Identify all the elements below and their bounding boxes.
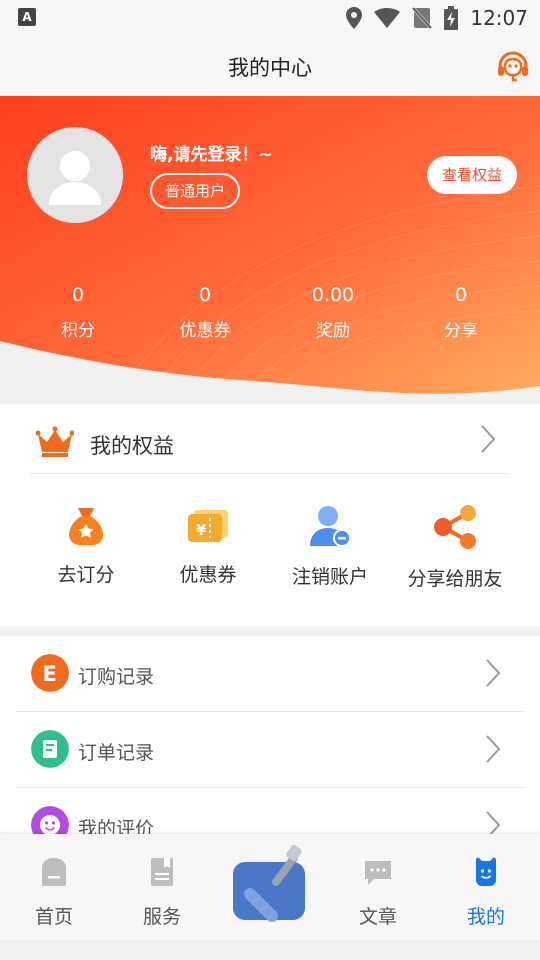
rights-item-share[interactable]: 分享给朋友 [385,504,525,591]
money-bag-icon [69,508,103,545]
stat-label: 优惠券 [179,321,231,341]
my-rights-card: 我的权益 去订分 ¥ 优惠券 注销账户 分享给朋友 [0,404,540,626]
stat-value: 0 [198,284,212,306]
home-icon [42,858,66,886]
user-remove-icon [310,506,351,547]
my-rights-title: 我的权益 [90,434,174,458]
tab-articles[interactable]: 文章 [324,834,432,940]
chevron-right-icon [486,659,501,687]
order-e-icon: E [31,654,69,692]
stat-label: 积分 [61,321,95,341]
rights-item-label: 分享给朋友 [407,568,503,590]
rights-item-cancel-account[interactable]: 注销账户 [260,504,400,589]
rights-item-points[interactable]: 去订分 [16,504,156,587]
svg-text:E: E [43,662,57,686]
chevron-right-icon [486,735,501,763]
headset-icon[interactable] [496,50,530,84]
crown-icon [36,426,74,457]
profile-icon [476,857,496,886]
bottom-tab-bar: 首页 服务 文章 我的 [0,834,540,940]
bottom-spacer [0,940,540,960]
user-type-badge: 普通用户 [150,173,240,209]
svg-text:¥: ¥ [196,521,207,539]
wifi-icon [374,8,401,28]
stat-rewards[interactable]: 0.00 奖励 [273,284,393,341]
tab-label: 服务 [142,906,181,928]
status-time: 12:07 [470,6,528,30]
stat-points[interactable]: 0 积分 [18,284,138,341]
no-signal-icon [412,7,433,29]
my-rights-header[interactable]: 我的权益 [30,404,510,474]
location-icon [346,7,363,29]
avatar[interactable] [27,127,123,223]
rights-item-coupons[interactable]: ¥ 优惠券 [138,504,278,587]
rights-item-label: 去订分 [57,564,115,586]
chevron-right-icon [481,425,496,453]
shovel-icon[interactable] [230,844,310,924]
stat-label: 分享 [444,321,478,341]
stat-value: 0 [454,284,468,306]
tab-services[interactable]: 服务 [108,834,216,940]
default-user-icon [49,151,101,205]
stat-coupons[interactable]: 0 优惠券 [145,284,265,341]
app-header: 我的中心 [0,38,540,96]
app-notification-icon: A [18,8,36,26]
message-icon [365,861,391,885]
tab-label: 文章 [358,906,397,928]
menu-list: E 订购记录 订单记录 我的评价 [0,636,540,864]
rights-item-label: 优惠券 [179,564,237,586]
service-book-icon [151,858,173,886]
menu-row-label: 订购记录 [78,666,155,688]
tab-home[interactable]: 首页 [0,834,108,940]
stat-label: 奖励 [316,321,350,341]
stat-shares[interactable]: 0 分享 [401,284,521,341]
stat-value: 0.00 [311,284,355,306]
menu-row-order-records[interactable]: 订单记录 [15,712,525,788]
receipt-icon [31,730,69,768]
coupon-icon: ¥ [188,510,228,542]
share-icon [434,505,476,549]
battery-charging-icon [444,6,459,30]
status-bar: A 12:07 [0,0,540,38]
stat-value: 0 [71,284,85,306]
tab-label: 我的 [466,906,505,928]
login-greeting[interactable]: 嗨,请先登录！~ [150,140,273,165]
view-rights-button[interactable]: 查看权益 [427,156,517,194]
tab-mine[interactable]: 我的 [432,834,540,940]
rights-item-label: 注销账户 [291,566,368,588]
tab-label: 首页 [34,906,73,928]
page-title: 我的中心 [228,56,312,80]
menu-row-order-history[interactable]: E 订购记录 [15,636,525,712]
menu-row-label: 订单记录 [78,742,155,764]
profile-hero: 嗨,请先登录！~ 普通用户 查看权益 0 积分 0 优惠券 0.00 奖励 0 … [0,96,540,394]
